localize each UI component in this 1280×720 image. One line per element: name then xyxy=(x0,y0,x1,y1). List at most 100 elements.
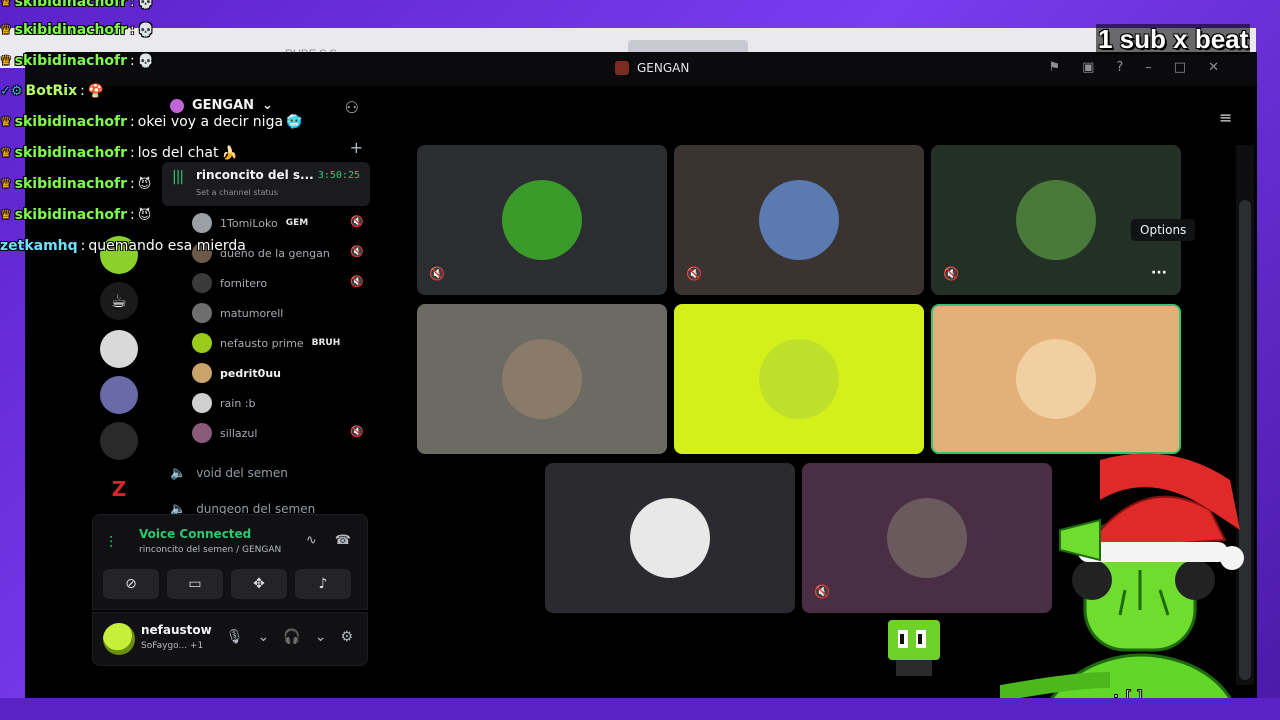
voice-connected-subtitle[interactable]: rinconcito del semen / GENGAN xyxy=(139,545,281,555)
chat-emote: 🍄 xyxy=(87,83,105,99)
voice-channel-void[interactable]: 🔈 void del semen xyxy=(170,462,370,484)
voice-member[interactable]: pedrit0uu xyxy=(192,362,372,384)
member-name: matumorell xyxy=(220,306,284,320)
participant-tile[interactable] xyxy=(931,304,1181,454)
server-icon-6[interactable]: Z xyxy=(100,470,138,508)
voice-panel-buttons: ⊘ ▭ ✥ ♪ xyxy=(103,569,351,599)
member-badge: GEM xyxy=(285,218,309,228)
chat-text: quemando esa mierda xyxy=(88,238,246,254)
crown-icon: ♛ xyxy=(0,114,12,130)
minimize-icon[interactable]: – xyxy=(1145,60,1152,75)
participant-avatar xyxy=(502,339,582,419)
channel-status[interactable]: Set a channel status xyxy=(196,188,278,197)
server-icon-3[interactable] xyxy=(100,330,138,368)
member-name: rain :b xyxy=(220,396,256,410)
muted-mic-icon: 🔇 xyxy=(350,215,364,228)
muted-mic-icon: 🔇 xyxy=(429,267,446,282)
voice-connected-title[interactable]: Voice Connected xyxy=(139,527,251,541)
chat-username: BotRix xyxy=(25,83,78,99)
chat-separator: : xyxy=(130,145,135,161)
member-name: fornitero xyxy=(220,276,268,290)
user-panel-controls: 🎙 ⌄ 🎧 ⌄ ⚙ xyxy=(226,629,353,645)
chat-message: ♛ skibidinachofr: los del chat 🍌 xyxy=(0,145,238,161)
chat-message: zetkamhq: quemando esa mierda xyxy=(0,238,246,254)
server-name: GENGAN xyxy=(192,98,255,113)
bottom-strip xyxy=(0,698,1280,720)
maximize-icon[interactable]: □ xyxy=(1174,60,1186,75)
chat-emote: 🥶 xyxy=(286,114,303,130)
member-name: sillazul xyxy=(220,426,258,440)
streamer-avatar-image: :[] xyxy=(1000,453,1244,720)
participant-avatar xyxy=(759,339,839,419)
voice-member[interactable]: sillazul 🔇 xyxy=(192,422,372,444)
voice-panel-actions: ∿ ☎ xyxy=(306,533,351,548)
chat-separator: : xyxy=(130,53,135,69)
speaker-icon: 🔈 xyxy=(170,465,187,481)
add-channel-icon[interactable]: + xyxy=(350,138,363,157)
voice-member[interactable]: matumorell xyxy=(192,302,372,324)
voice-member[interactable]: fornitero 🔇 xyxy=(192,272,372,294)
options-tooltip: Options xyxy=(1131,219,1196,241)
chat-username: skibidinachofr xyxy=(14,176,128,192)
server-icon-5[interactable] xyxy=(100,422,138,460)
participant-tile[interactable] xyxy=(417,304,667,454)
chevron-down-icon: ⌄ xyxy=(262,98,273,113)
disconnect-icon[interactable]: ☎ xyxy=(335,533,351,548)
screen-icon[interactable]: ▣ xyxy=(1082,60,1094,75)
participant-tile[interactable]: 🔇 xyxy=(674,145,924,295)
chat-text: los del chat xyxy=(137,145,219,161)
soundboard-button[interactable]: ♪ xyxy=(295,569,351,599)
muted-mic-icon: 🔇 xyxy=(686,267,703,282)
window-controls: ⚑ ▣ ? – □ ✕ xyxy=(1048,60,1219,75)
server-header[interactable]: GENGAN ⌄ xyxy=(170,98,273,113)
headphones-icon[interactable]: 🎧 xyxy=(283,629,300,645)
chat-username: zetkamhq xyxy=(0,238,78,254)
chat-username: skibidinachofr xyxy=(14,22,128,38)
active-voice-channel[interactable]: ||| rinconcito del s... 3:50:25 Set a ch… xyxy=(162,162,370,206)
active-channel-name: rinconcito del s... xyxy=(196,168,314,182)
chat-username: skibidinachofr xyxy=(14,114,128,130)
chat-message: ♛ skibidinachofr: 💀 xyxy=(0,0,154,10)
chat-username: skibidinachofr xyxy=(14,0,128,10)
muted-mic-icon: 🔇 xyxy=(350,245,364,258)
chat-emote: 🍌 xyxy=(221,145,238,161)
more-options-icon[interactable]: ··· xyxy=(1151,265,1167,281)
participant-tile[interactable] xyxy=(545,463,795,613)
voice-member[interactable]: nefausto prime BRUH xyxy=(192,332,372,354)
muted-mic-icon: 🔇 xyxy=(350,275,364,288)
flag-icon[interactable]: ⚑ xyxy=(1048,60,1060,75)
signal-icon[interactable]: ⫶ xyxy=(109,533,113,553)
activities-button[interactable]: ✥ xyxy=(231,569,287,599)
noise-suppression-icon[interactable]: ∿ xyxy=(306,533,317,548)
user-avatar[interactable] xyxy=(103,623,135,655)
chat-username: skibidinachofr xyxy=(14,145,128,161)
chat-emote: 💀 xyxy=(137,22,154,38)
user-name[interactable]: nefaustow xyxy=(141,623,212,637)
chat-message: ♛ skibidinachofr: 💀 xyxy=(0,53,154,69)
chevron-down-icon[interactable]: ⌄ xyxy=(315,629,327,645)
gear-icon[interactable]: ⚙ xyxy=(340,629,353,645)
chat-separator: : xyxy=(130,207,135,223)
chat-username: skibidinachofr xyxy=(14,53,128,69)
voice-member[interactable]: rain :b xyxy=(192,392,372,414)
muted-mic-icon: 🔇 xyxy=(814,585,831,600)
crown-icon: ♛ xyxy=(0,0,12,10)
chat-text: okei voy a decir niga xyxy=(137,114,284,130)
chat-username: skibidinachofr xyxy=(14,207,128,223)
microphone-icon[interactable]: 🎙 xyxy=(226,629,244,645)
participant-tile[interactable] xyxy=(674,304,924,454)
camera-off-button[interactable]: ⊘ xyxy=(103,569,159,599)
voice-member[interactable]: 1TomiLoko GEM 🔇 xyxy=(192,212,372,234)
participant-tile[interactable]: 🔇 xyxy=(417,145,667,295)
user-panel: nefaustow SoFaygo... +1 🎙 ⌄ 🎧 ⌄ ⚙ xyxy=(92,612,368,666)
server-dot-icon xyxy=(170,98,184,113)
chat-message: ♛ skibidinachofr: 😈 xyxy=(0,176,151,192)
menu-icon[interactable]: ≡ xyxy=(1219,108,1232,127)
close-icon[interactable]: ✕ xyxy=(1208,60,1219,75)
server-icon-2[interactable]: ☕ xyxy=(100,282,138,320)
chevron-down-icon[interactable]: ⌄ xyxy=(258,629,270,645)
share-screen-button[interactable]: ▭ xyxy=(167,569,223,599)
help-icon[interactable]: ? xyxy=(1116,60,1123,75)
add-member-icon[interactable]: ⚇ xyxy=(345,98,359,117)
server-icon-4[interactable] xyxy=(100,376,138,414)
